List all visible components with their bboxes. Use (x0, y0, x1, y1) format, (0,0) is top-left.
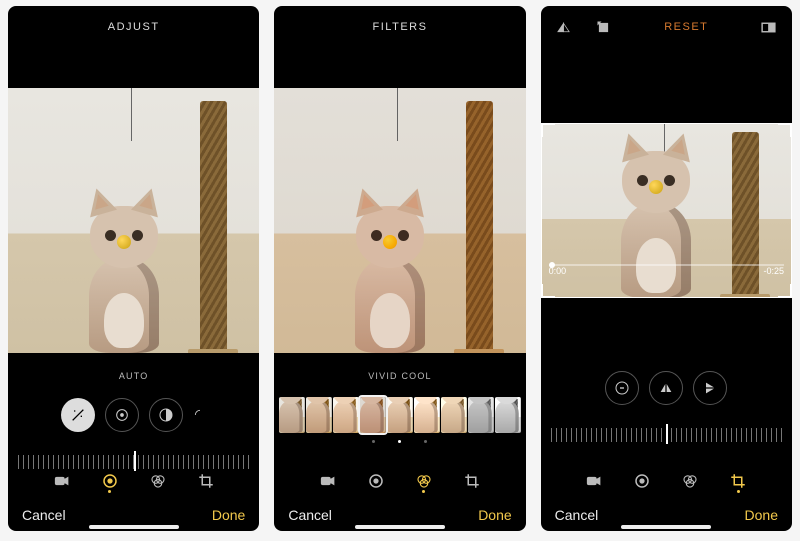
tab-adjust[interactable] (100, 471, 120, 491)
tab-adjust[interactable] (366, 471, 386, 491)
bottom-tabs (8, 471, 259, 491)
tab-video[interactable] (52, 471, 72, 491)
tab-crop[interactable] (462, 471, 482, 491)
flip-icon[interactable] (549, 19, 579, 36)
auto-wand-button[interactable] (61, 398, 95, 432)
footer: Cancel Done (274, 507, 525, 523)
tab-adjust[interactable] (632, 471, 652, 491)
tab-crop[interactable] (728, 471, 748, 491)
reset-button[interactable]: RESET (664, 21, 708, 33)
time-start: 0:00 (549, 266, 567, 276)
filter-thumb-mono[interactable] (468, 397, 494, 433)
home-indicator[interactable] (89, 525, 179, 529)
screen-crop: RESET 0:00 -0:25 (541, 6, 792, 531)
footer: Cancel Done (541, 507, 792, 523)
crop-handle-tr[interactable] (778, 123, 792, 137)
filter-thumb-vivid[interactable] (306, 397, 332, 433)
tab-crop[interactable] (196, 471, 216, 491)
filter-thumbnails[interactable] (274, 395, 525, 435)
cancel-button[interactable]: Cancel (288, 507, 332, 523)
filter-name-label: VIVID COOL (274, 371, 525, 385)
aspect-ratio-icon[interactable] (754, 19, 784, 36)
screen-filters: FILTERS VIVID COOL Cancel Done (274, 6, 525, 531)
flip-vertical-button[interactable] (693, 371, 727, 405)
cancel-button[interactable]: Cancel (22, 507, 66, 523)
exposure-button[interactable] (105, 398, 139, 432)
rotation-slider[interactable] (541, 420, 792, 450)
rotate-icon[interactable] (589, 19, 619, 36)
filter-thumb-original[interactable] (279, 397, 305, 433)
filter-intensity-dots (274, 440, 525, 446)
crop-handle-bl[interactable] (541, 284, 555, 298)
header-adjust: ADJUST (8, 6, 259, 48)
tab-filters[interactable] (680, 471, 700, 491)
done-button[interactable]: Done (745, 507, 778, 523)
more-tools-peek[interactable] (193, 398, 207, 432)
home-indicator[interactable] (355, 525, 445, 529)
preview-image[interactable] (8, 88, 259, 353)
filter-thumb-vivid-cool[interactable] (360, 397, 386, 433)
footer: Cancel Done (8, 507, 259, 523)
time-end: -0:25 (763, 266, 784, 276)
filter-thumb-silvertone[interactable] (495, 397, 521, 433)
tab-filters[interactable] (148, 471, 168, 491)
done-button[interactable]: Done (212, 507, 245, 523)
crop-handle-tl[interactable] (541, 123, 555, 137)
filter-thumb-dramatic[interactable] (387, 397, 413, 433)
crop-tool-row (541, 368, 792, 408)
crop-preview[interactable]: 0:00 -0:25 (541, 123, 792, 298)
bottom-tabs (541, 471, 792, 491)
filter-thumb-dramatic-cool[interactable] (441, 397, 467, 433)
done-button[interactable]: Done (478, 507, 511, 523)
adjust-mode-label: AUTO (8, 371, 259, 385)
preview-image[interactable] (274, 88, 525, 353)
header-title: ADJUST (108, 21, 160, 33)
flip-horizontal-button[interactable] (649, 371, 683, 405)
tab-video[interactable] (584, 471, 604, 491)
header-crop: RESET (541, 6, 792, 48)
bottom-tabs (274, 471, 525, 491)
filter-thumb-vivid-warm[interactable] (333, 397, 359, 433)
tab-filters[interactable] (414, 471, 434, 491)
screen-adjust: ADJUST AUTO (8, 6, 259, 531)
tab-video[interactable] (318, 471, 338, 491)
filter-thumb-dramatic-warm[interactable] (414, 397, 440, 433)
contrast-button[interactable] (149, 398, 183, 432)
straighten-button[interactable] (605, 371, 639, 405)
home-indicator[interactable] (621, 525, 711, 529)
adjust-tool-row (8, 395, 259, 435)
cancel-button[interactable]: Cancel (555, 507, 599, 523)
header-title: FILTERS (373, 21, 428, 33)
crop-handle-br[interactable] (778, 284, 792, 298)
header-filters: FILTERS (274, 6, 525, 48)
video-timestamps: 0:00 -0:25 (541, 266, 792, 276)
